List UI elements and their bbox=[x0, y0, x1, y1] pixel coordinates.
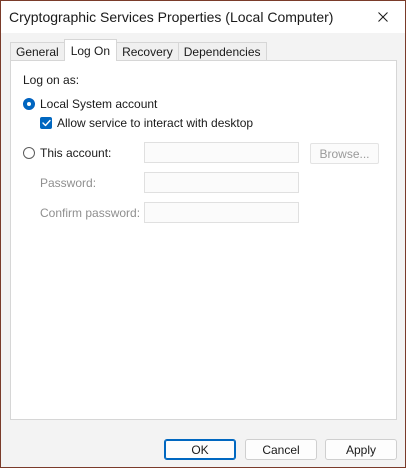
confirm-password-label: Confirm password: bbox=[40, 206, 141, 220]
properties-dialog: Cryptographic Services Properties (Local… bbox=[0, 0, 406, 468]
this-account-radio[interactable] bbox=[23, 147, 35, 159]
dialog-footer: OK Cancel Apply bbox=[1, 429, 405, 467]
title-bar[interactable]: Cryptographic Services Properties (Local… bbox=[1, 1, 405, 33]
close-button[interactable] bbox=[361, 1, 405, 33]
tab-recovery[interactable]: Recovery bbox=[116, 42, 179, 61]
this-account-label[interactable]: This account: bbox=[40, 146, 111, 160]
password-label: Password: bbox=[40, 176, 97, 190]
tab-log-on[interactable]: Log On bbox=[63, 39, 118, 61]
apply-button[interactable]: Apply bbox=[325, 439, 397, 460]
cancel-button[interactable]: Cancel bbox=[245, 439, 317, 460]
tab-label: Recovery bbox=[122, 45, 173, 59]
tab-label: Log On bbox=[70, 43, 111, 58]
browse-button[interactable]: Browse... bbox=[310, 143, 379, 164]
tab-dependencies[interactable]: Dependencies bbox=[177, 42, 267, 61]
tab-general[interactable]: General bbox=[10, 42, 65, 61]
local-system-label[interactable]: Local System account bbox=[40, 97, 157, 111]
interact-desktop-label[interactable]: Allow service to interact with desktop bbox=[57, 116, 253, 130]
log-on-as-label: Log on as: bbox=[23, 73, 80, 87]
confirm-password-input[interactable] bbox=[144, 202, 299, 223]
tab-label: Dependencies bbox=[183, 45, 261, 59]
local-system-radio[interactable] bbox=[23, 98, 35, 110]
interact-desktop-checkbox[interactable] bbox=[40, 117, 52, 129]
close-icon bbox=[378, 12, 388, 22]
account-input[interactable] bbox=[144, 142, 299, 163]
window-title: Cryptographic Services Properties (Local… bbox=[9, 9, 334, 25]
password-input[interactable] bbox=[144, 172, 299, 193]
ok-button[interactable]: OK bbox=[164, 439, 236, 460]
log-on-panel: Log on as: Local System account Allow se… bbox=[10, 60, 397, 420]
tab-label: General bbox=[16, 45, 59, 59]
tab-strip: General Log On Recovery Dependencies bbox=[10, 39, 267, 61]
checkmark-icon bbox=[41, 119, 51, 127]
